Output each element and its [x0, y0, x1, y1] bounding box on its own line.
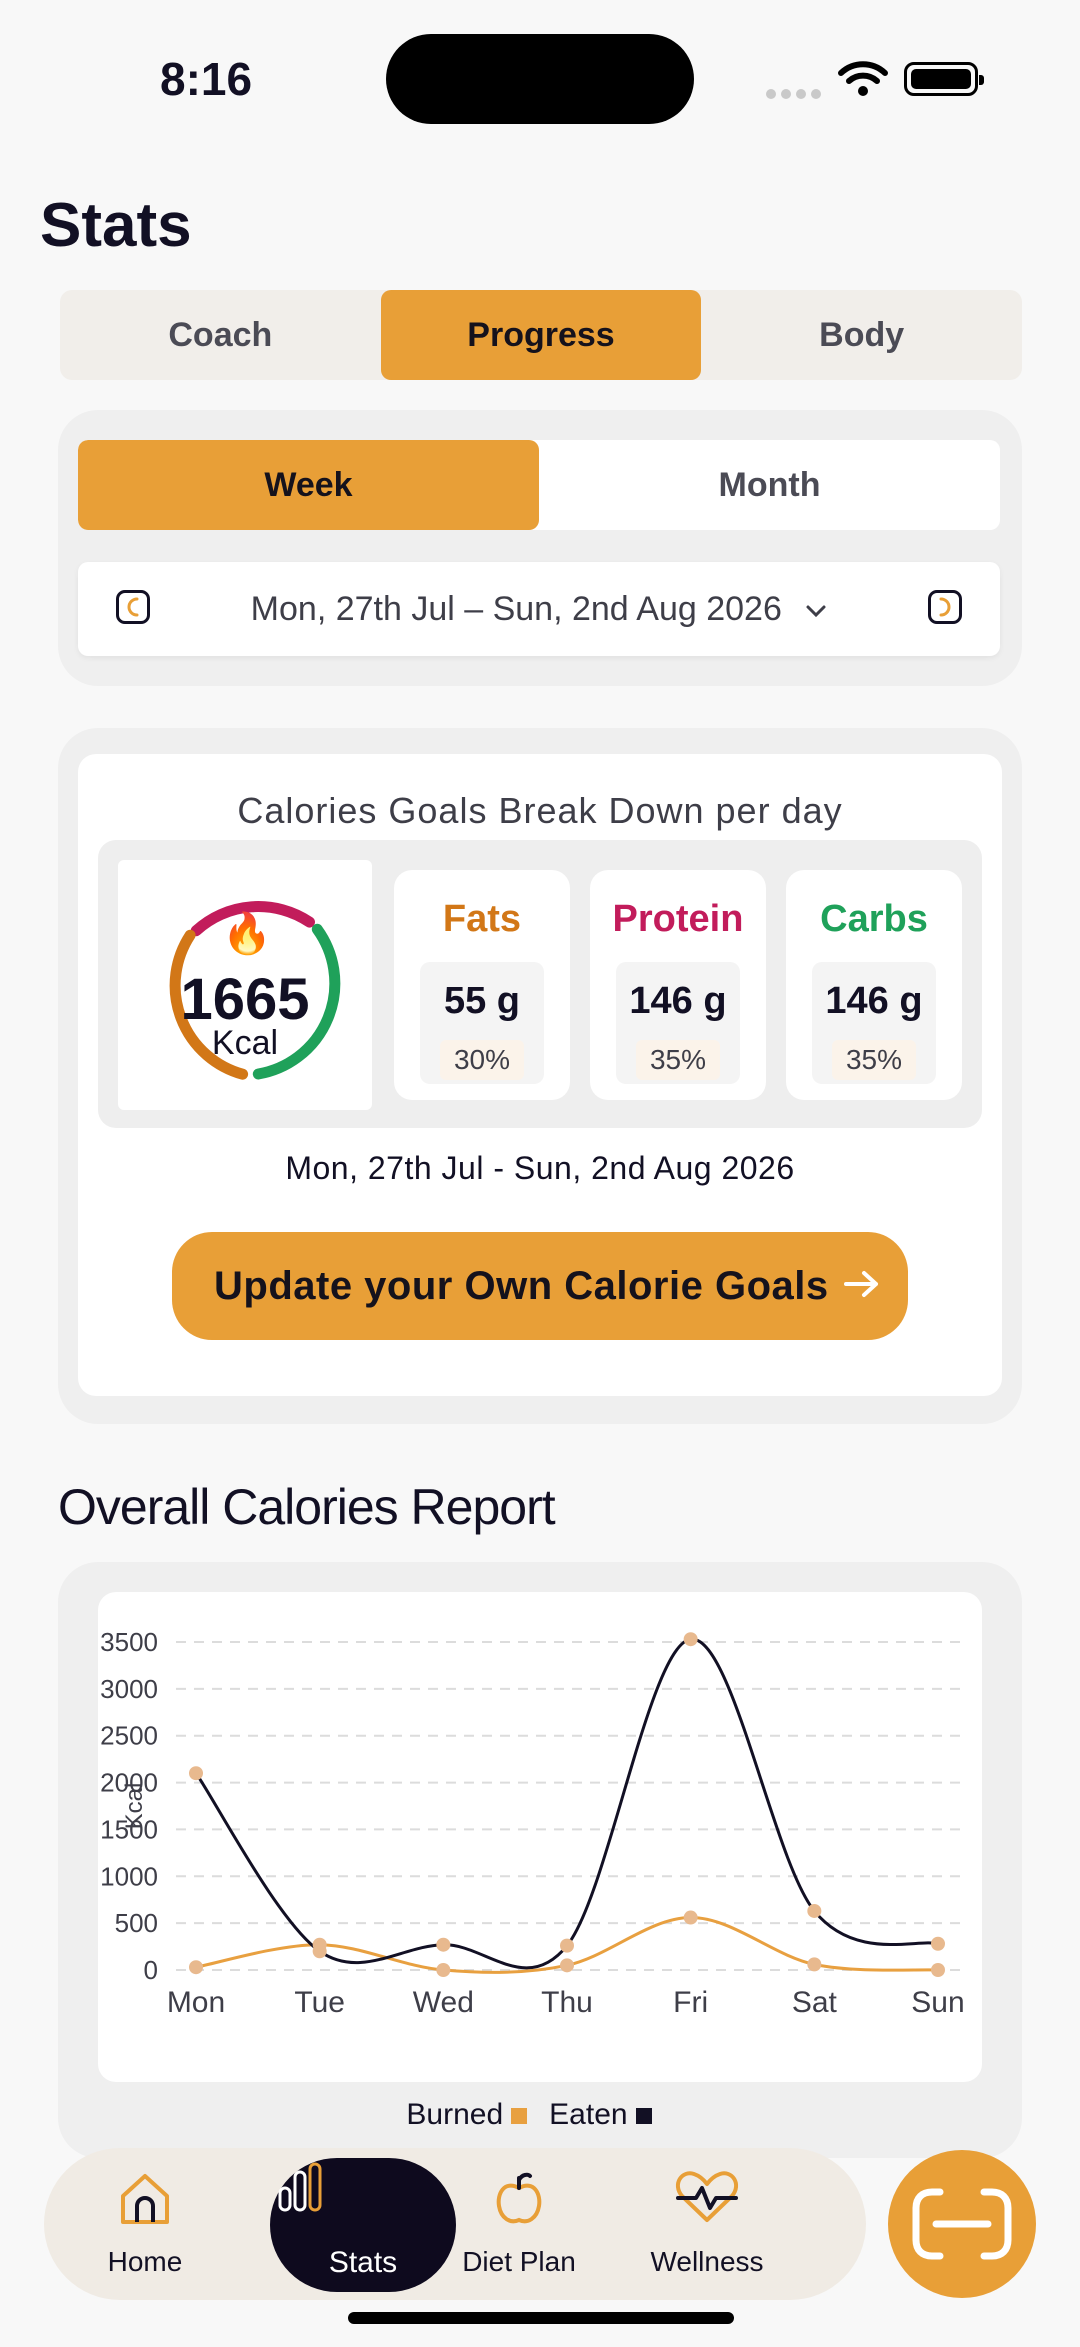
- data-point-burned: [931, 1963, 945, 1977]
- month-toggle[interactable]: Month: [539, 440, 1000, 530]
- data-point-eaten: [436, 1937, 451, 1952]
- calories-line-chart: 0500100015002000250030003500Mon Tue Wed Thu…: [100, 1627, 968, 2019]
- dynamic-island: [386, 34, 694, 124]
- data-point-eaten: [312, 1944, 327, 1959]
- y-tick-label: 0: [144, 1955, 158, 1985]
- y-tick-label: 2500: [100, 1721, 158, 1751]
- nav-wellness[interactable]: Wellness: [632, 2148, 782, 2300]
- cellular-signal-icon: [766, 86, 826, 104]
- kcal-unit: Kcal: [211, 1024, 279, 1062]
- chart-legend: Burned Eaten: [58, 2098, 1022, 2132]
- date-range-selector[interactable]: Mon, 27th Jul – Sun, 2nd Aug 2026: [78, 562, 1000, 656]
- nav-home-label: Home: [107, 2246, 183, 2277]
- stats-icon: [278, 2162, 322, 2212]
- y-tick-label: 1000: [100, 1861, 158, 1891]
- x-tick-label: Sun: [911, 1986, 964, 2019]
- macro-name: Protein: [612, 898, 744, 940]
- x-tick-label: Mon: [167, 1986, 225, 2019]
- macro-amount-box: 55 g 30%: [420, 962, 544, 1084]
- tab-coach[interactable]: Coach: [60, 290, 381, 380]
- y-tick-label: 3000: [100, 1674, 158, 1704]
- macro-amount: 55 g: [443, 980, 521, 1022]
- macro-card-fats: Fats 55 g 30%: [394, 870, 570, 1100]
- x-tick-label: Sat: [792, 1986, 838, 2019]
- macro-name: Carbs: [820, 898, 928, 940]
- data-point-burned: [436, 1963, 451, 1977]
- goals-date-range: Mon, 27th Jul - Sun, 2nd Aug 2026: [285, 1150, 795, 1186]
- stats-tabs: Coach Progress Body: [60, 290, 1022, 380]
- week-toggle[interactable]: Week: [78, 440, 539, 530]
- arrow-right-icon: [844, 1271, 878, 1297]
- date-range-label: Mon, 27th Jul – Sun, 2nd Aug 2026: [78, 590, 1000, 629]
- heart-pulse-icon: [675, 2171, 739, 2222]
- tab-body[interactable]: Body: [701, 290, 1022, 380]
- legend-burned-swatch: [511, 2108, 528, 2125]
- macro-percent: 30%: [440, 1040, 524, 1080]
- nav-diet-plan-label: Diet Plan: [462, 2246, 576, 2277]
- nav-home[interactable]: Home: [70, 2148, 220, 2300]
- macro-amount: 146 g: [629, 980, 727, 1022]
- chevron-right-icon: [939, 597, 951, 617]
- data-point-eaten: [189, 1766, 203, 1781]
- nav-wellness-label: Wellness: [650, 2246, 764, 2277]
- data-point-burned: [807, 1957, 822, 1972]
- next-week-button[interactable]: [928, 590, 962, 624]
- macro-name: Fats: [442, 898, 522, 940]
- y-tick-label: 3500: [100, 1627, 158, 1657]
- breakdown-title: Calories Goals Break Down per day: [237, 790, 843, 831]
- battery-icon: [904, 62, 984, 96]
- macro-card-protein: Protein 146 g 35%: [590, 870, 766, 1100]
- y-tick-label: 500: [115, 1908, 158, 1938]
- status-time: 8:16: [160, 53, 253, 105]
- data-point-burned: [683, 1910, 698, 1925]
- macro-amount-box: 146 g 35%: [812, 962, 936, 1084]
- kcal-value: 1665: [180, 967, 310, 1032]
- update-calorie-goals-button[interactable]: Update your Own Calorie Goals: [172, 1232, 908, 1340]
- data-point-eaten: [683, 1632, 698, 1647]
- apple-icon: [496, 2172, 542, 2224]
- x-tick-label: Fri: [673, 1986, 708, 2019]
- macro-percent: 35%: [832, 1040, 916, 1080]
- x-tick-label: Tue: [294, 1986, 345, 2019]
- report-title: Overall Calories Report: [58, 1479, 556, 1535]
- period-toggle: Week Month: [78, 440, 1000, 530]
- x-tick-label: Thu: [541, 1986, 593, 2019]
- bottom-navigation: Home Stats Diet Plan Wellness: [44, 2148, 866, 2300]
- home-icon: [121, 2174, 169, 2224]
- flame-icon: 🔥: [222, 912, 272, 956]
- nav-stats-label: Stats: [328, 2246, 398, 2279]
- legend-burned-label: Burned: [406, 2098, 504, 2131]
- x-tick-label: Wed: [413, 1986, 474, 2019]
- macro-amount-box: 146 g 35%: [616, 962, 740, 1084]
- data-point-burned: [189, 1960, 203, 1975]
- y-axis-label: Kcal: [121, 1783, 148, 1830]
- macro-amount: 146 g: [825, 980, 923, 1022]
- calories-chart: 0 500 1000 1500 2000 2500 3000 3500 Mon Tue Wed Thu…: [98, 1592, 982, 2082]
- macro-percent: 35%: [636, 1040, 720, 1080]
- scan-icon: [912, 2188, 1012, 2260]
- nav-stats[interactable]: Stats: [270, 2158, 456, 2292]
- macro-card-carbs: Carbs 146 g 35%: [786, 870, 962, 1100]
- data-point-eaten: [560, 1938, 574, 1953]
- home-indicator: [348, 2312, 734, 2324]
- update-calorie-goals-label: Update your Own Calorie Goals: [214, 1264, 829, 1308]
- tab-progress[interactable]: Progress: [380, 290, 702, 380]
- wifi-icon: [838, 60, 888, 103]
- data-point-burned: [560, 1958, 574, 1973]
- legend-eaten-label: Eaten: [549, 2098, 628, 2131]
- chevron-down-icon: [806, 605, 826, 618]
- data-point-eaten: [807, 1903, 822, 1918]
- nav-diet-plan[interactable]: Diet Plan: [444, 2148, 594, 2300]
- legend-eaten-swatch: [635, 2108, 652, 2125]
- data-point-eaten: [931, 1936, 945, 1951]
- page-title: Stats: [40, 191, 192, 260]
- scan-fab-button[interactable]: [888, 2150, 1036, 2298]
